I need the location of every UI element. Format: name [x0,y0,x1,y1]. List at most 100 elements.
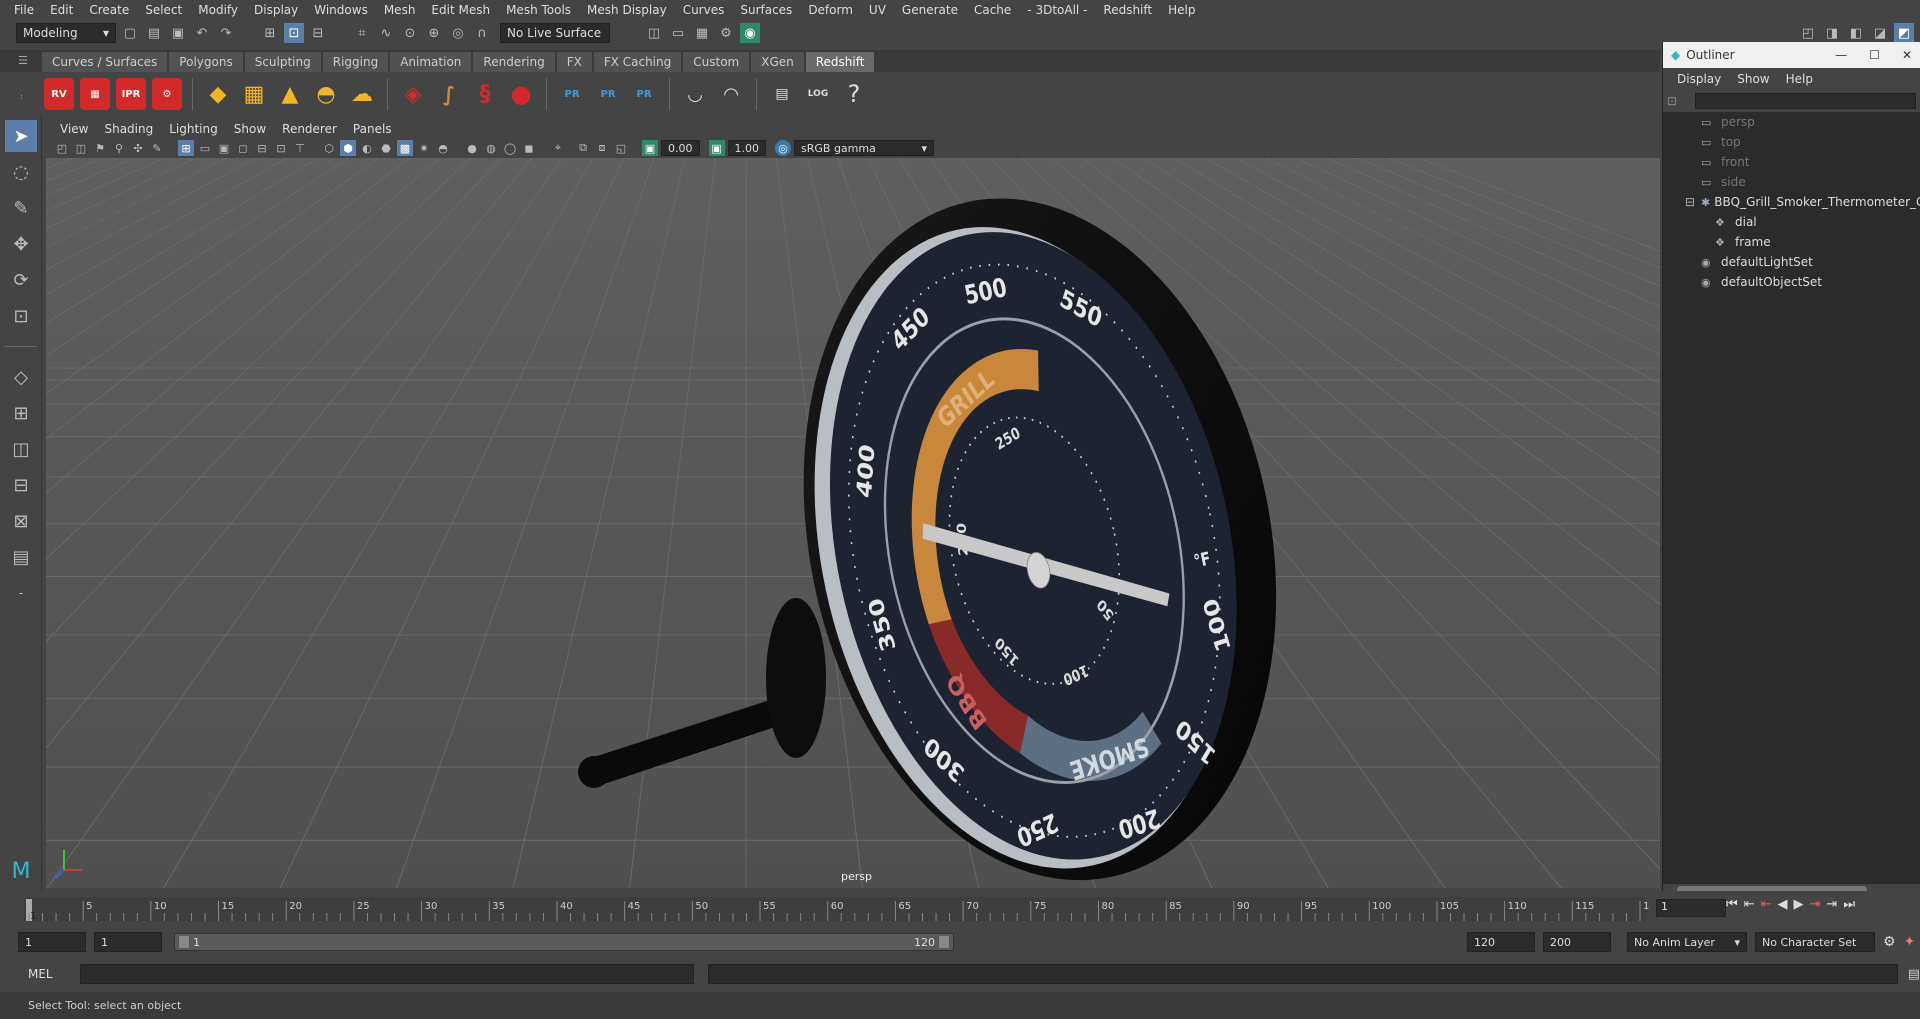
menu-create[interactable]: Create [81,3,137,17]
step-back-key-icon[interactable]: ⇤ [1744,897,1755,912]
menu-windows[interactable]: Windows [306,3,376,17]
camera-attributes-icon[interactable]: ◫ [73,140,89,156]
viewport-menu-lighting[interactable]: Lighting [161,122,226,136]
minimize-icon[interactable]: — [1835,48,1847,62]
isolate-select-icon[interactable]: ⌖ [550,140,566,156]
persp-hypershade-layout-icon[interactable]: ⊠ [5,505,37,537]
safe-title-icon[interactable]: ⊤ [292,140,308,156]
tab-fx[interactable]: FX [556,52,592,72]
four-view-layout-icon[interactable]: ⊞ [5,397,37,429]
2d-pan-icon[interactable]: ✣ [130,140,146,156]
outliner-item[interactable]: ▭ front [1663,152,1920,172]
rs-help-button[interactable]: ? [839,78,869,110]
menu-deform[interactable]: Deform [800,3,861,17]
menu-mesh-display[interactable]: Mesh Display [579,3,675,17]
gate-mask-icon[interactable]: ◻ [235,140,251,156]
outliner-menu-help[interactable]: Help [1778,72,1821,86]
snap-surface-icon[interactable]: ◎ [448,23,468,43]
save-scene-icon[interactable]: ▣ [168,23,188,43]
workspace-icon[interactable]: ◰ [1798,23,1818,43]
view-transform-dropdown[interactable]: sRGB gamma ▾ [794,140,934,156]
xray-joints-icon[interactable]: ◱ [613,140,629,156]
snap-view-icon[interactable]: ⊕ [424,23,444,43]
select-hierarchy-icon[interactable]: ⊞ [260,23,280,43]
toggle-outliner-icon[interactable]: ◩ [1894,23,1914,43]
undo-icon[interactable]: ↶ [192,23,212,43]
grease-pencil-icon[interactable]: ✎ [149,140,165,156]
tab-rigging[interactable]: Rigging [322,52,389,72]
rs-material-ball-icon[interactable]: ● [506,78,536,110]
play-backwards-icon[interactable]: ◀ [1778,897,1788,912]
image-plane-icon[interactable]: ⚲ [111,140,127,156]
rs-render-view-button[interactable]: RV [44,78,74,110]
rs-pr-button-3[interactable]: PR [629,78,659,110]
hypershade-icon[interactable]: ◉ [740,23,760,43]
playback-start-field[interactable]: 1 [94,932,162,952]
render-settings-icon[interactable]: ⚙ [716,23,736,43]
close-icon[interactable]: ✕ [1902,48,1912,62]
menu-3dtoall[interactable]: - 3DtoAll - [1019,3,1095,17]
grid-toggle-icon[interactable]: ⊞ [178,140,194,156]
go-to-end-icon[interactable]: ⏭ [1843,897,1855,912]
play-forwards-icon[interactable]: ▶ [1794,897,1804,912]
outliner-item[interactable]: ▭ top [1663,132,1920,152]
rs-proxy-icon[interactable]: ◈ [398,78,428,110]
shadows-icon[interactable]: ◓ [435,140,451,156]
rs-area-light-icon[interactable]: ◆ [203,78,233,110]
lasso-tool-icon[interactable]: ◌ [5,156,37,188]
anim-layer-dropdown[interactable]: No Anim Layer ▾ [1627,932,1747,952]
single-perspective-layout-icon[interactable]: ◇ [5,361,37,393]
go-to-start-icon[interactable]: ⏮ [1726,897,1738,912]
tab-custom[interactable]: Custom [683,52,750,72]
outliner-menu-show[interactable]: Show [1729,72,1777,86]
render-view-icon[interactable]: ◫ [644,23,664,43]
redo-icon[interactable]: ↷ [216,23,236,43]
rs-physical-light-icon[interactable]: ▦ [239,78,269,110]
select-component-icon[interactable]: ⊟ [308,23,328,43]
rs-ies-light-icon[interactable]: ▲ [275,78,305,110]
custom-layout-icon[interactable]: ▤ [5,541,37,573]
live-surface-field[interactable]: No Live Surface [500,23,610,43]
tab-fx-caching[interactable]: FX Caching [593,52,682,72]
menu-display[interactable]: Display [246,3,306,17]
filter-icon[interactable]: ⊡ [1667,94,1677,108]
shelf-menu-icon[interactable]: ☰ [18,54,32,68]
outliner-search-input[interactable] [1695,93,1916,109]
bookmark-icon[interactable]: ⚑ [92,140,108,156]
menu-cache[interactable]: Cache [966,3,1019,17]
command-input[interactable] [79,964,695,984]
rs-pr-button-2[interactable]: PR [593,78,623,110]
tab-xgen[interactable]: XGen [751,52,804,72]
menu-file[interactable]: File [6,3,42,17]
menu-curves[interactable]: Curves [675,3,733,17]
render-frame-icon[interactable]: ▭ [668,23,688,43]
anti-aliasing-icon[interactable]: ◯ [502,140,518,156]
rs-hair-icon[interactable]: ∫ [434,78,464,110]
step-back-frame-icon[interactable]: ⇤ [1761,897,1772,912]
rs-ipr-button[interactable]: IPR [116,78,146,110]
tab-animation[interactable]: Animation [390,52,472,72]
color-management-icon[interactable]: ◎ [775,140,791,156]
auto-key-icon[interactable]: ✦ [1904,934,1916,950]
menu-modify[interactable]: Modify [190,3,246,17]
tab-sculpting[interactable]: Sculpting [244,52,321,72]
outliner-item[interactable]: ❖ frame [1663,232,1920,252]
rs-steam-icon[interactable]: ◠ [716,78,746,110]
tab-redshift[interactable]: Redshift [805,52,875,72]
range-handle-left[interactable] [179,935,189,948]
snap-grid-icon[interactable]: ⌗ [352,23,372,43]
menu-select[interactable]: Select [137,3,190,17]
rs-pr-button-1[interactable]: PR [557,78,587,110]
motion-blur-icon[interactable]: ◍ [483,140,499,156]
smooth-shade-icon[interactable]: ⬢ [340,140,356,156]
snap-curve-icon[interactable]: ∿ [376,23,396,43]
perspective-viewport[interactable]: 450 500 550 400 350 300 250 200 150 100 … [46,158,1660,888]
outliner-item[interactable]: ▭ side [1663,172,1920,192]
gamma-field[interactable]: 1.00 [727,140,766,156]
outliner-item[interactable]: ⊟ ✱BBQ_Grill_Smoker_Thermometer_Gauge [1663,192,1920,212]
menu-surfaces[interactable]: Surfaces [732,3,800,17]
menu-mesh-tools[interactable]: Mesh Tools [498,3,579,17]
wireframe-on-shaded-icon[interactable]: ⬣ [378,140,394,156]
menu-edit-mesh[interactable]: Edit Mesh [423,3,498,17]
rs-bowl-icon[interactable]: ◡ [680,78,710,110]
